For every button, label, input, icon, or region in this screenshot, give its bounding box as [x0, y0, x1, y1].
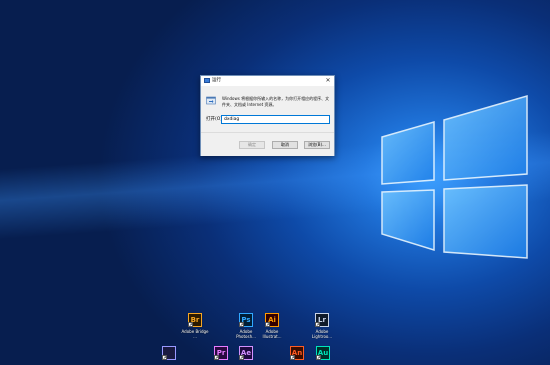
desktop-icon-illustrator[interactable]: Ai ↗ Adobe Illustrat... [257, 313, 287, 339]
desktop-background: 运行 ✕ Windows 将根据你所输入的名称，为你打开相应的程序、文件夹、文档… [0, 0, 550, 365]
dialog-footer: 确定 取消 浏览(B)... [201, 132, 334, 156]
media-encoder-icon: ↗ [162, 346, 176, 360]
desktop-icon-label: Adobe Lightroo... [311, 329, 333, 339]
illustrator-icon: Ai ↗ [265, 313, 279, 327]
chevron-down-icon[interactable]: ⌄ [224, 117, 328, 123]
dialog-titlebar[interactable]: 运行 ✕ [201, 76, 334, 86]
dialog-description: Windows 将根据你所输入的名称，为你打开相应的程序、文件夹、文档或 Int… [222, 96, 330, 107]
animate-icon: An ↗ [290, 346, 304, 360]
open-input[interactable]: dxdiag ⌄ [221, 115, 330, 124]
run-app-icon [204, 78, 210, 83]
ok-button[interactable]: 确定 [239, 141, 265, 149]
desktop-icon-label: Adobe Illustrat... [262, 329, 282, 339]
dialog-title: 运行 [212, 78, 221, 83]
premiere-icon: Pr ↗ [214, 346, 228, 360]
windows-logo-wallpaper [381, 95, 528, 259]
lightroom-icon: Lr ↗ [315, 313, 329, 327]
run-program-icon [206, 96, 216, 105]
cancel-button[interactable]: 取消 [272, 141, 298, 149]
browse-button[interactable]: 浏览(B)... [304, 141, 330, 149]
bridge-icon: Br ↗ [188, 313, 202, 327]
close-icon[interactable]: ✕ [324, 77, 332, 85]
desktop-icon-bridge[interactable]: Br ↗ Adobe Bridge ... [180, 313, 210, 339]
after-effects-icon: Ae ↗ [239, 346, 253, 360]
desktop-icon-after-effects[interactable]: Ae ↗ [231, 346, 261, 360]
run-dialog: 运行 ✕ Windows 将根据你所输入的名称，为你打开相应的程序、文件夹、文档… [200, 75, 335, 156]
photoshop-icon: Ps ↗ [239, 313, 253, 327]
desktop-icon-lightroom[interactable]: Lr ↗ Adobe Lightroo... [307, 313, 337, 339]
audition-icon: Au ↗ [316, 346, 330, 360]
desktop-icon-label: Adobe Bridge ... [181, 329, 209, 339]
desktop-icon-media-encoder[interactable]: ↗ [154, 346, 184, 360]
desktop-icon-audition[interactable]: Au ↗ [308, 346, 338, 360]
